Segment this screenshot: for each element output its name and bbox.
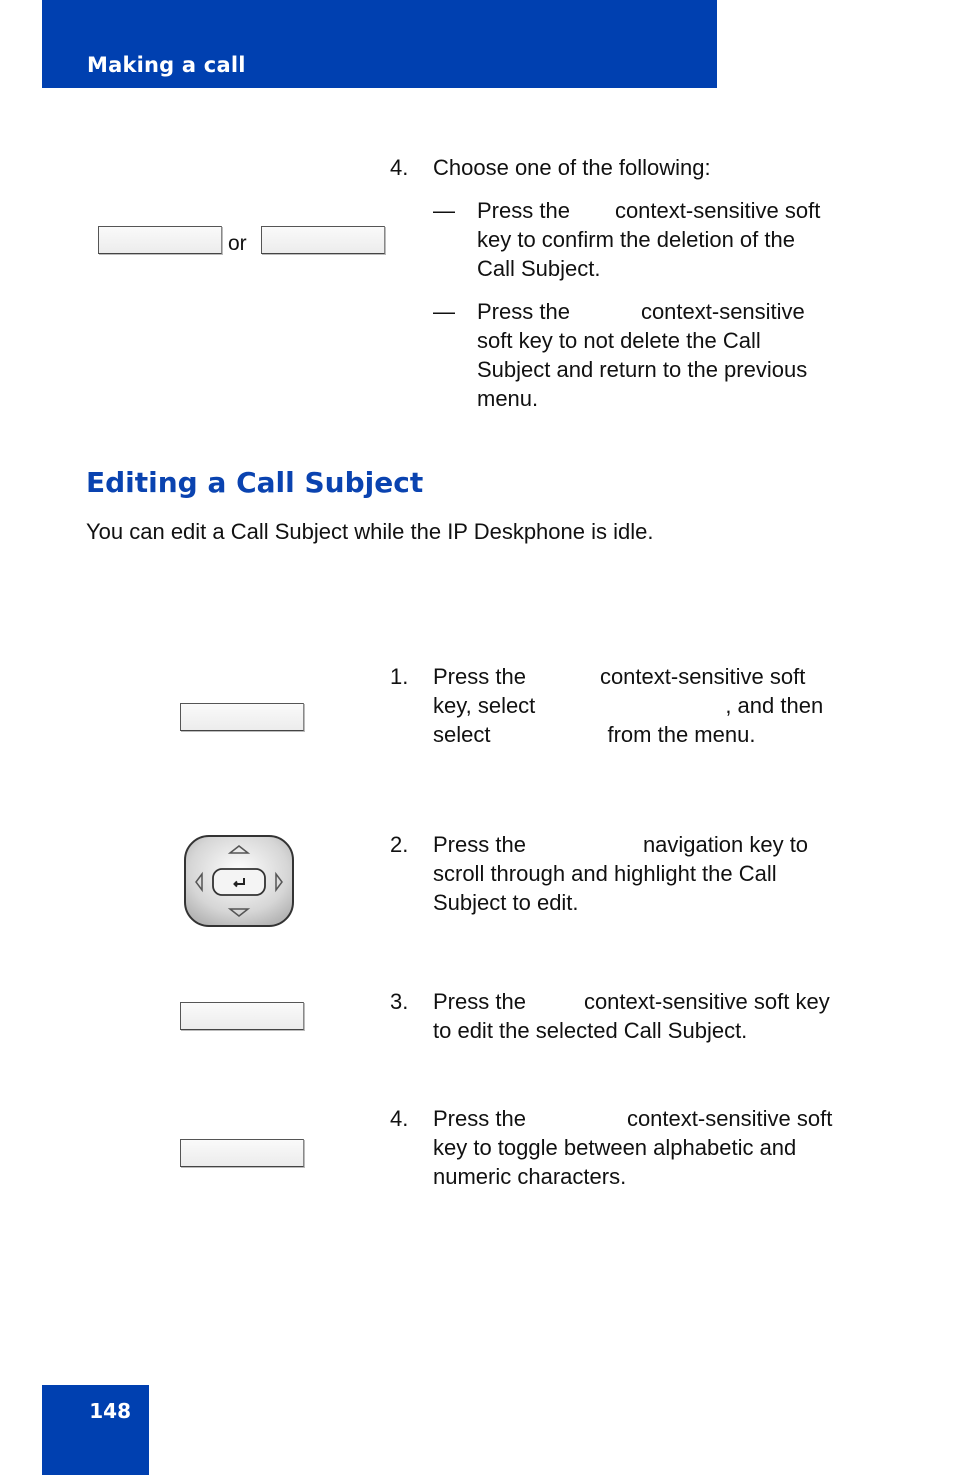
option-1-line: key to confirm the deletion of the xyxy=(477,227,795,252)
step-4-line: numeric characters. xyxy=(433,1164,627,1189)
header-bar: Making a call xyxy=(42,0,717,88)
soft-key-yes[interactable] xyxy=(98,226,222,254)
step-1-line2a: key, select xyxy=(433,693,536,718)
step-number: 4. xyxy=(390,155,409,180)
section-intro: You can edit a Call Subject while the IP… xyxy=(86,519,654,544)
or-label: or xyxy=(228,232,247,255)
option-2: Press the context-sensitive soft key to n… xyxy=(477,297,867,413)
step-2-line: Subject to edit. xyxy=(433,890,579,915)
step-2-line1a: Press the xyxy=(433,832,526,857)
step-4-line: key to toggle between alphabetic and xyxy=(433,1135,797,1160)
step-4-line1b: context-sensitive soft xyxy=(626,1106,833,1131)
step-number: 3. xyxy=(390,989,409,1014)
step-number: 2. xyxy=(390,832,409,857)
step-number: 4. xyxy=(390,1106,409,1131)
step-1-text: Press the context-sensitive soft key, sel… xyxy=(433,662,873,749)
page-number-tab: 148 xyxy=(42,1385,149,1475)
soft-key-no[interactable] xyxy=(261,226,385,254)
step-3-text: Press the context-sensitive soft key to e… xyxy=(433,987,873,1045)
soft-key-edit[interactable] xyxy=(180,1002,304,1030)
option-1: Press the context-sensitive soft key to c… xyxy=(477,196,867,283)
step-3-line1a: Press the xyxy=(433,989,526,1014)
section-heading: Editing a Call Subject xyxy=(86,466,424,499)
option-1-line1b: context-sensitive soft xyxy=(614,198,821,223)
chapter-title: Making a call xyxy=(87,53,246,77)
step-3-line1b: context-sensitive soft key xyxy=(583,989,830,1014)
option-2-line: menu. xyxy=(477,386,539,411)
option-1-line1a: Press the xyxy=(477,198,570,223)
step-1-line3b: from the menu. xyxy=(607,722,756,747)
step-1-line1a: Press the xyxy=(433,664,526,689)
option-2-line1a: Press the xyxy=(477,299,570,324)
option-2-line1b: context-sensitive xyxy=(640,299,805,324)
nav-enter-button xyxy=(212,868,266,896)
step-4-text: Press the context-sensitive soft key to t… xyxy=(433,1104,873,1191)
soft-key-services[interactable] xyxy=(180,703,304,731)
soft-key-mode[interactable] xyxy=(180,1139,304,1167)
step-2-text: Press the navigation key to scroll throug… xyxy=(433,830,873,917)
option-dash: — xyxy=(433,299,455,324)
step-number: 1. xyxy=(390,664,409,689)
step-4-line1a: Press the xyxy=(433,1106,526,1131)
step-text: Choose one of the following: xyxy=(433,155,711,180)
step-1-line2b: , and then xyxy=(725,693,824,718)
step-3-line: to edit the selected Call Subject. xyxy=(433,1018,748,1043)
step-2-line: scroll through and highlight the Call xyxy=(433,861,777,886)
step-2-line1b: navigation key to xyxy=(642,832,809,857)
page-number: 148 xyxy=(89,1399,131,1423)
option-1-line: Call Subject. xyxy=(477,256,601,281)
step-1-line1b: context-sensitive soft xyxy=(599,664,806,689)
navigation-key-cluster[interactable] xyxy=(183,834,295,928)
option-2-line: soft key to not delete the Call xyxy=(477,328,761,353)
option-dash: — xyxy=(433,198,455,223)
option-2-line: Subject and return to the previous xyxy=(477,357,808,382)
step-1-line3a: select xyxy=(433,722,491,747)
